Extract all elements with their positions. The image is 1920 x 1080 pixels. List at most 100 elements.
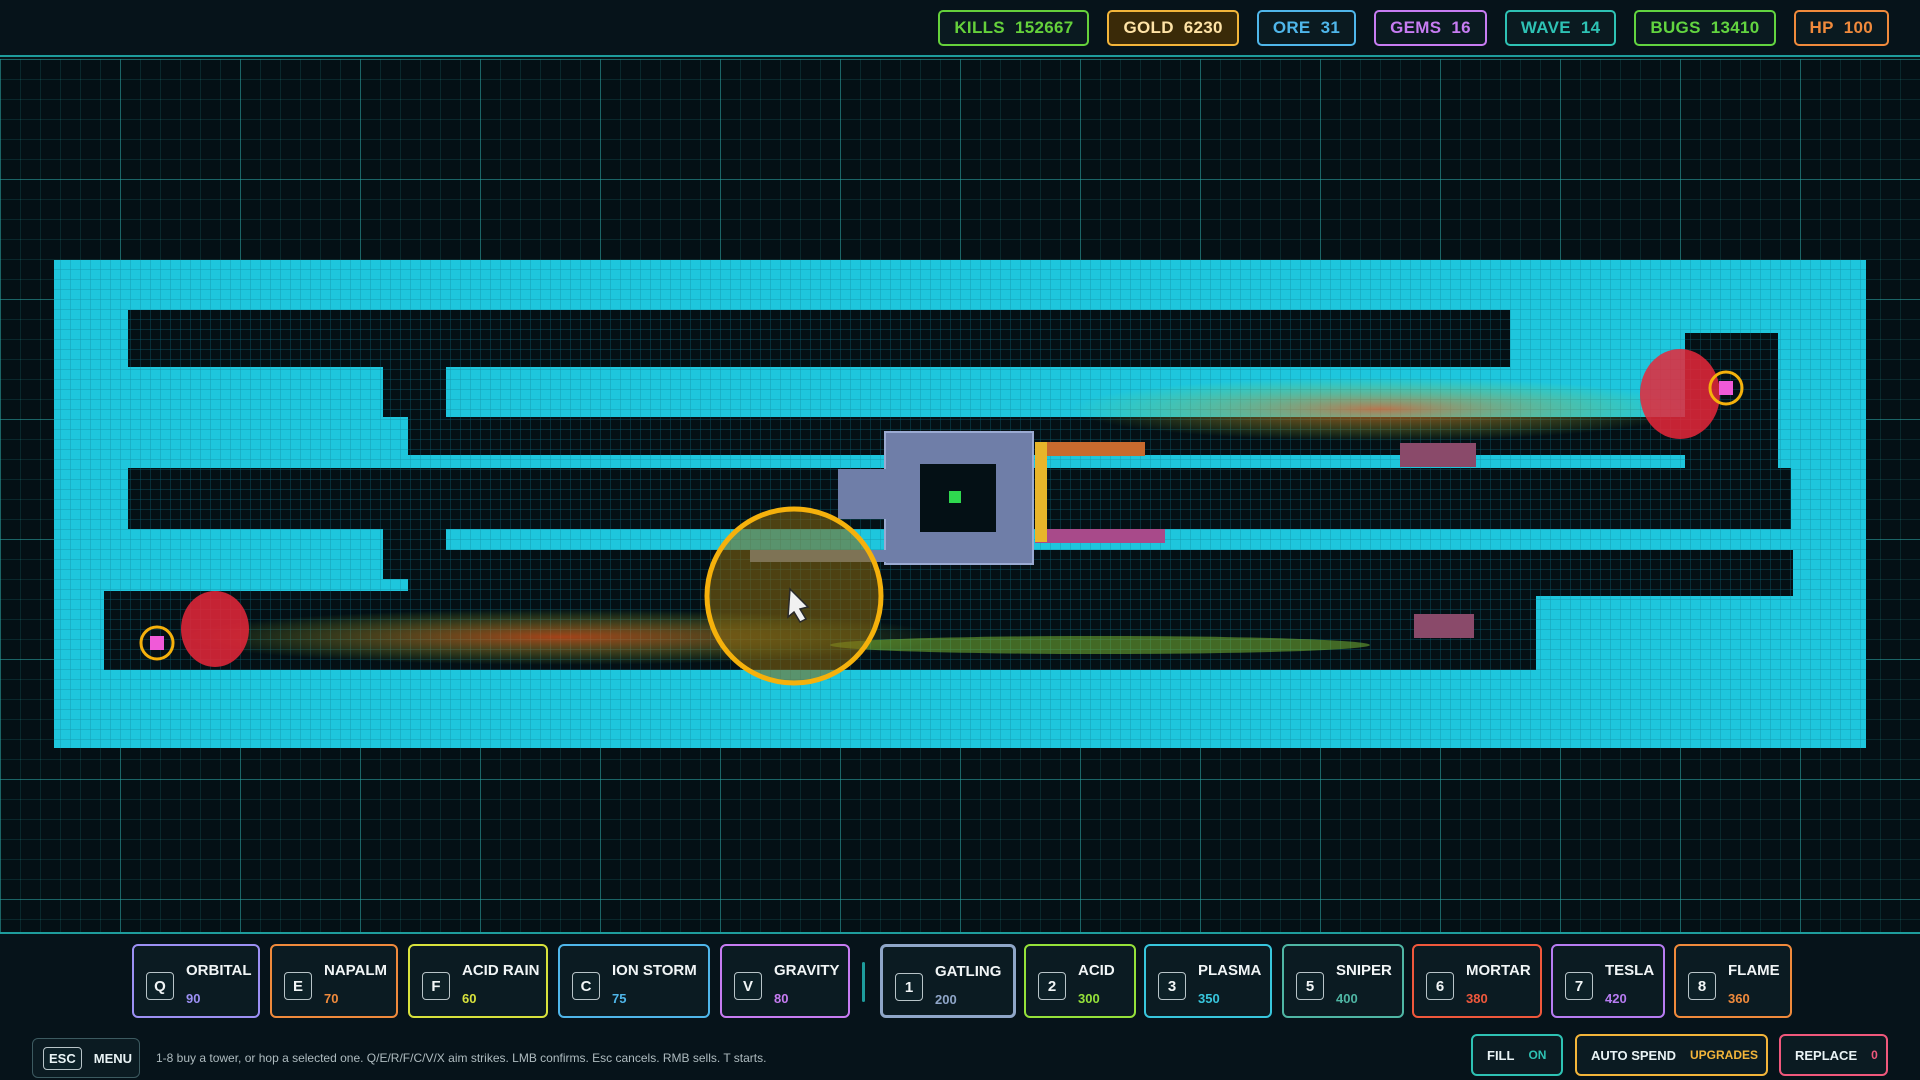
ore-value: 31 bbox=[1320, 17, 1341, 37]
tower-cost: 360 bbox=[1728, 991, 1750, 1006]
gems-value: 16 bbox=[1451, 17, 1471, 37]
strike-label: NAPALM bbox=[324, 962, 388, 979]
strike-label: ION STORM bbox=[612, 962, 697, 979]
maze-layer bbox=[54, 260, 1866, 748]
resource-hud: KILLS 152667 GOLD 6230 ORE 31 GEMS 16 WAVE 14… bbox=[0, 0, 1920, 57]
auto-spend-toggle[interactable]: AUTO SPEND UPGRADES bbox=[1575, 1034, 1768, 1076]
gems-label: GEMS bbox=[1390, 17, 1442, 37]
kills-value: 152667 bbox=[1014, 17, 1074, 37]
tower-row[interactable] bbox=[1035, 529, 1165, 543]
tower-label: ACID bbox=[1078, 962, 1115, 979]
tower-label: GATLING bbox=[935, 963, 1002, 980]
strike-label: ORBITAL bbox=[186, 962, 252, 979]
hotkey-badge: 7 bbox=[1565, 972, 1593, 1000]
ore-counter: ORE 31 bbox=[1256, 9, 1357, 46]
menu-label: MENU bbox=[93, 1050, 133, 1066]
tower-sniper[interactable]: 5 SNIPER 400 bbox=[1282, 944, 1404, 1018]
gem-pickup-icon bbox=[949, 491, 961, 503]
tower-cost: 300 bbox=[1078, 991, 1100, 1006]
gold-value: 6230 bbox=[1183, 17, 1223, 37]
hotkey-badge: V bbox=[734, 972, 762, 1000]
tower-cost: 400 bbox=[1336, 991, 1358, 1006]
hp-counter: HP 100 bbox=[1793, 9, 1889, 46]
enemy-swarm bbox=[181, 591, 249, 667]
enemy-swarm bbox=[1070, 377, 1690, 441]
fill-label: FILL bbox=[1487, 1047, 1515, 1063]
fill-toggle[interactable]: FILL ON bbox=[1471, 1034, 1563, 1076]
hotkey-badge: 2 bbox=[1038, 972, 1066, 1000]
tower-row[interactable] bbox=[1035, 442, 1145, 456]
strike-acid-rain[interactable]: F ACID RAIN 60 bbox=[408, 944, 548, 1018]
strike-cost: 70 bbox=[324, 991, 339, 1006]
strike-gravity[interactable]: V GRAVITY 80 bbox=[720, 944, 850, 1018]
tower-mortar[interactable]: 6 MORTAR 380 bbox=[1412, 944, 1542, 1018]
hotkey-badge: C bbox=[572, 972, 600, 1000]
tower-label: TESLA bbox=[1605, 962, 1655, 979]
tower-row[interactable] bbox=[1414, 614, 1474, 638]
spawn-core bbox=[1719, 381, 1733, 395]
auto-spend-value: UPGRADES bbox=[1690, 1048, 1759, 1062]
tower-label: FLAME bbox=[1728, 962, 1780, 979]
tower-cost: 420 bbox=[1605, 991, 1627, 1006]
enemy-swarm bbox=[1640, 349, 1720, 439]
tower-column[interactable] bbox=[1035, 442, 1047, 542]
wave-value: 14 bbox=[1580, 17, 1601, 37]
hotkey-badge: 1 bbox=[895, 973, 923, 1001]
tower-acid[interactable]: 2 ACID 300 bbox=[1024, 944, 1136, 1018]
gatling-tower-cluster[interactable] bbox=[838, 469, 886, 519]
gold-counter: GOLD 6230 bbox=[1107, 9, 1239, 46]
game-board[interactable] bbox=[0, 59, 1920, 932]
ore-label: ORE bbox=[1272, 17, 1311, 37]
controls-help-text: 1-8 buy a tower, or hop a selected one. … bbox=[156, 1051, 767, 1065]
strike-orbital[interactable]: Q ORBITAL 90 bbox=[132, 944, 260, 1018]
toolbar-divider bbox=[862, 962, 865, 1002]
strike-cost: 60 bbox=[462, 991, 477, 1006]
strike-cost: 90 bbox=[186, 991, 201, 1006]
strike-label: ACID RAIN bbox=[462, 962, 540, 979]
hotkey-badge: Q bbox=[146, 972, 174, 1000]
strike-ion-storm[interactable]: C ION STORM 75 bbox=[558, 944, 710, 1018]
kills-counter: KILLS 152667 bbox=[938, 9, 1090, 46]
tower-label: SNIPER bbox=[1336, 962, 1392, 979]
wave-label: WAVE bbox=[1520, 17, 1571, 37]
fill-value: ON bbox=[1528, 1048, 1547, 1062]
enemy-swarm bbox=[830, 636, 1370, 654]
esc-key-badge: ESC bbox=[43, 1046, 82, 1070]
bugs-counter: BUGS 13410 bbox=[1634, 9, 1776, 46]
replace-toggle[interactable]: REPLACE 0 bbox=[1779, 1034, 1888, 1076]
tower-row[interactable] bbox=[1400, 443, 1476, 467]
bugs-value: 13410 bbox=[1710, 17, 1760, 37]
tower-cost: 380 bbox=[1466, 991, 1488, 1006]
hotkey-badge: 6 bbox=[1426, 972, 1454, 1000]
base-core bbox=[150, 636, 164, 650]
hotkey-badge: 5 bbox=[1296, 972, 1324, 1000]
strike-napalm[interactable]: E NAPALM 70 bbox=[270, 944, 398, 1018]
tower-tesla[interactable]: 7 TESLA 420 bbox=[1551, 944, 1665, 1018]
strike-label: GRAVITY bbox=[774, 962, 840, 979]
tower-plasma[interactable]: 3 PLASMA 350 bbox=[1144, 944, 1272, 1018]
kills-label: KILLS bbox=[954, 17, 1005, 37]
hotkey-badge: 8 bbox=[1688, 972, 1716, 1000]
tower-cost: 350 bbox=[1198, 991, 1220, 1006]
hotkey-badge: E bbox=[284, 972, 312, 1000]
hotkey-badge: F bbox=[422, 972, 450, 1000]
replace-value: 0 bbox=[1871, 1048, 1878, 1062]
hp-value: 100 bbox=[1843, 17, 1873, 37]
action-toolbar: Q ORBITAL 90 E NAPALM 70 F ACID RAIN 60 … bbox=[0, 932, 1920, 1080]
tower-cost: 200 bbox=[935, 992, 957, 1007]
hotkey-badge: 3 bbox=[1158, 972, 1186, 1000]
strike-cost: 80 bbox=[774, 991, 789, 1006]
bugs-label: BUGS bbox=[1650, 17, 1701, 37]
menu-button[interactable]: ESC MENU bbox=[32, 1038, 140, 1078]
replace-label: REPLACE bbox=[1795, 1047, 1858, 1063]
hp-label: HP bbox=[1809, 17, 1834, 37]
gold-label: GOLD bbox=[1123, 17, 1174, 37]
strike-cost: 75 bbox=[612, 991, 627, 1006]
wave-counter: WAVE 14 bbox=[1504, 9, 1617, 46]
gems-counter: GEMS 16 bbox=[1374, 9, 1487, 46]
tower-gatling[interactable]: 1 GATLING 200 bbox=[880, 944, 1016, 1018]
tower-label: PLASMA bbox=[1198, 962, 1262, 979]
tower-label: MORTAR bbox=[1466, 962, 1531, 979]
tower-flame[interactable]: 8 FLAME 360 bbox=[1674, 944, 1792, 1018]
auto-spend-label: AUTO SPEND bbox=[1591, 1047, 1676, 1063]
